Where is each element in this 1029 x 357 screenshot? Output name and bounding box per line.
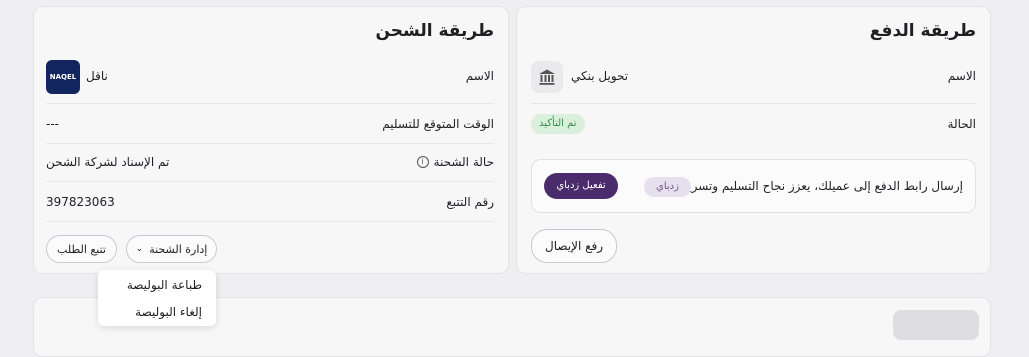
shipping-name-label: الاسم bbox=[465, 69, 494, 83]
payment-name-label: الاسم bbox=[947, 69, 976, 83]
manage-shipment-button[interactable]: إدارة الشحنة ⌄ bbox=[126, 235, 217, 263]
shipment-status-label-group: حالة الشحنة i bbox=[416, 155, 494, 169]
shipping-method-title: طريقة الشحن bbox=[375, 21, 495, 41]
activate-zidpay-button[interactable]: تفعيل زدباي bbox=[544, 173, 618, 199]
upload-receipt-button[interactable]: رفع الإيصال bbox=[531, 229, 617, 263]
cancel-waybill-item[interactable]: إلغاء البوليصة bbox=[135, 305, 202, 319]
payment-name-value: تحويل بنكي bbox=[571, 69, 629, 83]
upload-receipt-label: رفع الإيصال bbox=[544, 239, 604, 253]
track-order-button[interactable]: تتبع الطلب bbox=[46, 235, 117, 263]
print-waybill-item[interactable]: طباعة البوليصة bbox=[127, 278, 202, 292]
naqel-logo: NAQEL bbox=[46, 60, 80, 94]
bottom-tab-active[interactable] bbox=[893, 310, 979, 340]
shipping-method-card: طريقة الشحن الاسم NAQEL ناقل الوقت المتو… bbox=[33, 6, 509, 274]
manage-shipment-label: إدارة الشحنة bbox=[149, 242, 208, 256]
shipment-actions-menu: طباعة البوليصة إلغاء البوليصة bbox=[98, 270, 216, 326]
chevron-down-icon: ⌄ bbox=[135, 244, 144, 254]
shipment-status-value: تم الإسناد لشركة الشحن bbox=[46, 155, 170, 169]
track-order-label: تتبع الطلب bbox=[57, 242, 106, 256]
status-badge: تم التأكيد bbox=[531, 114, 585, 134]
tracking-number-label: رقم التتبع bbox=[446, 195, 494, 209]
eta-label: الوقت المتوقع للتسليم bbox=[382, 117, 494, 131]
tracking-number-value: 397823063 bbox=[46, 195, 115, 209]
zidpay-text: إرسال رابط الدفع إلى عميلك، يعزز نجاح ال… bbox=[648, 179, 963, 193]
zidpay-banner: إرسال رابط الدفع إلى عميلك، يعزز نجاح ال… bbox=[531, 159, 976, 213]
payment-status-label: الحالة bbox=[947, 117, 976, 131]
bank-icon bbox=[531, 61, 563, 93]
shipment-status-label: حالة الشحنة bbox=[433, 155, 494, 169]
payment-method-title: طريقة الدفع bbox=[869, 21, 976, 41]
naqel-logo-text: NAQEL bbox=[49, 73, 77, 81]
info-icon[interactable]: i bbox=[416, 156, 429, 168]
eta-value: --- bbox=[46, 117, 59, 131]
zidpay-tag: زدباي bbox=[644, 177, 691, 197]
payment-method-card: طريقة الدفع الاسم تحويل بنكي الحالة تم ا… bbox=[516, 6, 991, 274]
shipping-name-value: ناقل bbox=[86, 69, 108, 83]
